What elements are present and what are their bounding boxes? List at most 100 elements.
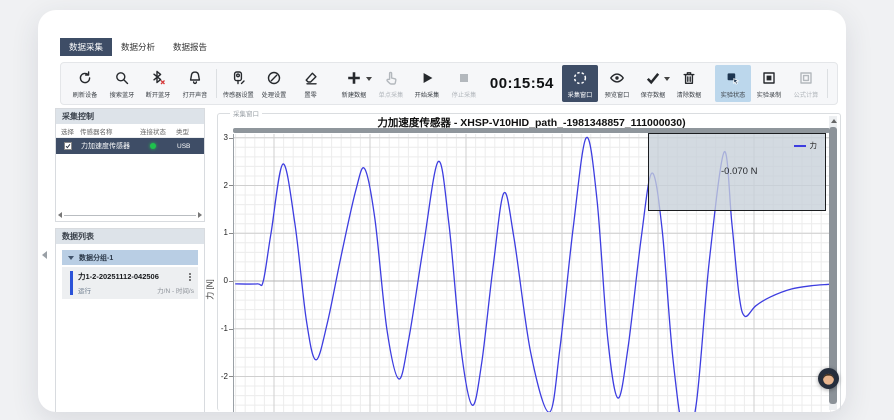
y-tick-label: 2	[206, 181, 228, 190]
toolbar-button-label: 单点采集	[378, 89, 403, 99]
toolbar-button-refresh[interactable]: 刷新设备	[67, 65, 103, 102]
toolbar-button-bluetooth-off[interactable]: 断开蓝牙	[140, 65, 176, 102]
tab-2[interactable]: 数据分析	[112, 38, 164, 56]
y-tick-label: 1	[206, 228, 228, 237]
toolbar-button-label: 实验录制	[757, 89, 782, 99]
y-tick-label: 0	[206, 276, 228, 285]
data-group-row[interactable]: 数据分组-1	[62, 250, 198, 265]
toolbar-button-label: 传感器设置	[223, 89, 254, 99]
toolbar-button-label: 刷新设备	[73, 89, 98, 99]
search-icon	[114, 69, 130, 87]
eraser-icon	[303, 69, 319, 87]
toolbar-separator	[216, 69, 217, 98]
panel-collection-control: 采集控制 选择传感器名称连接状态类型 力加速度传感器USB	[55, 108, 205, 222]
toolbar-button-label: 公式计算	[793, 89, 818, 99]
toolbar-separator	[827, 69, 828, 98]
chart-vertical-scrollbar-thumb[interactable]	[829, 127, 837, 404]
toolbar-button-label: 打开声音	[182, 89, 207, 99]
tab-1[interactable]: 数据采集	[60, 38, 112, 56]
scroll-up-icon[interactable]	[831, 119, 837, 123]
y-tick-label: 3	[206, 133, 228, 142]
toolbar-button-record[interactable]: 实验录制	[751, 65, 787, 102]
toolbar-button-eye[interactable]: 预览窗口	[598, 65, 634, 102]
scroll-right-icon[interactable]	[198, 212, 202, 218]
data-group-label: 数据分组-1	[79, 253, 113, 263]
toolbar-button-label: 清除数据	[677, 89, 702, 99]
scroll-left-icon[interactable]	[58, 212, 62, 218]
column-header: 类型	[176, 126, 198, 136]
column-header: 连接状态	[140, 126, 176, 136]
toolbar-button-bell[interactable]: 打开声音	[176, 65, 212, 102]
sensor-table-header: 选择传感器名称连接状态类型	[56, 124, 204, 138]
tab-3[interactable]: 数据报告	[164, 38, 216, 56]
toolbar-button-formula[interactable]: 公式计算	[788, 65, 824, 102]
toolbar-button-dashed-circle[interactable]: 采集窗口	[562, 65, 598, 102]
legend-line-swatch	[794, 145, 806, 147]
sensor-type: USB	[177, 143, 190, 150]
item-menu-icon[interactable]	[189, 276, 191, 278]
data-list-item[interactable]: 力1-2-20251112-042506运行力/N - 时间/s	[62, 267, 198, 299]
tab-bar: 数据采集数据分析数据报告	[60, 38, 216, 56]
assistant-avatar-button[interactable]	[818, 368, 839, 389]
chevron-down-icon	[68, 256, 74, 260]
legend-label: 力	[810, 140, 818, 151]
toolbar-button-label: 实验状态	[720, 89, 745, 99]
toolbar-button-process-settings[interactable]: 处理设置	[256, 65, 292, 102]
play-icon	[419, 69, 435, 87]
bell-icon	[187, 69, 203, 87]
toolbar-button-check[interactable]: 保存数据	[635, 65, 671, 102]
toolbar-button-trash[interactable]: 清除数据	[671, 65, 707, 102]
zoom-selection-region[interactable]: -0.070 N 力	[648, 133, 826, 211]
y-tick-label: -1	[206, 324, 228, 333]
panel-collection-control-title: 采集控制	[56, 109, 204, 124]
process-settings-icon	[266, 69, 282, 87]
toolbar-button-plus[interactable]: 新建数据	[336, 65, 372, 102]
y-tick-label: -2	[206, 372, 228, 381]
selection-value: -0.070 N	[721, 166, 757, 177]
toolbar-button-label: 搜索蓝牙	[109, 89, 134, 99]
toolbar-button-label: 处理设置	[262, 89, 287, 99]
toolbar-button-hand-point[interactable]: 单点采集	[373, 65, 409, 102]
panel-data-list-title: 数据列表	[56, 229, 204, 244]
toolbar-button-label: 新建数据	[342, 89, 367, 99]
toolbar-button-snapshot[interactable]: 实验状态	[715, 65, 751, 102]
stop-icon	[456, 69, 472, 87]
toolbar-button-label: 预览窗口	[604, 89, 629, 99]
formula-icon	[798, 69, 814, 87]
toolbar-button-label: 停止采集	[451, 89, 476, 99]
toolbar-button-play[interactable]: 开始采集	[409, 65, 445, 102]
record-icon	[761, 69, 777, 87]
dropdown-caret-icon[interactable]	[664, 77, 670, 81]
column-header: 传感器名称	[80, 126, 140, 136]
trash-icon	[681, 69, 697, 87]
eye-icon	[609, 69, 625, 87]
horizontal-scrollbar[interactable]	[58, 211, 202, 219]
toolbar-button-label: 采集窗口	[568, 89, 593, 99]
dashed-circle-icon	[572, 69, 588, 87]
toolbar-button-sensor-settings[interactable]: 传感器设置	[220, 65, 256, 102]
toolbar-button-label: 断开蓝牙	[146, 89, 171, 99]
data-item-status: 运行	[78, 285, 91, 295]
toolbar-button-search[interactable]: 搜索蓝牙	[103, 65, 139, 102]
avatar-face-icon	[818, 368, 839, 389]
toolbar-button-label: 置零	[305, 89, 317, 99]
data-item-title: 力1-2-20251112-042506	[78, 271, 159, 282]
app-window: 数据采集数据分析数据报告 刷新设备 搜索蓝牙 断开蓝牙 打开声音 传感器设置处理设置 置零…	[0, 0, 894, 420]
sensor-checkbox[interactable]	[64, 142, 72, 150]
panel-data-list: 数据列表 数据分组-1 力1-2-20251112-042506运行力/N - …	[55, 228, 205, 412]
item-color-bar	[70, 271, 73, 295]
column-header: 选择	[56, 126, 80, 136]
sensor-row[interactable]: 力加速度传感器USB	[56, 138, 204, 154]
chart-legend: 力	[794, 140, 818, 151]
acquisition-timer: 00:15:54	[482, 65, 562, 102]
connection-status-dot	[150, 143, 156, 149]
dropdown-caret-icon[interactable]	[366, 77, 372, 81]
toolbar-button-label: 开始采集	[415, 89, 440, 99]
check-icon	[645, 69, 661, 87]
toolbar-button-stop[interactable]: 停止采集	[445, 65, 481, 102]
toolbar: 刷新设备 搜索蓝牙 断开蓝牙 打开声音 传感器设置处理设置 置零 新建数据 单点采集 开始采集 停…	[60, 62, 838, 105]
sensor-settings-icon	[230, 69, 246, 87]
toolbar-button-eraser[interactable]: 置零	[293, 65, 329, 102]
sidebar-collapse-handle[interactable]	[42, 251, 47, 259]
bluetooth-off-icon	[150, 69, 166, 87]
